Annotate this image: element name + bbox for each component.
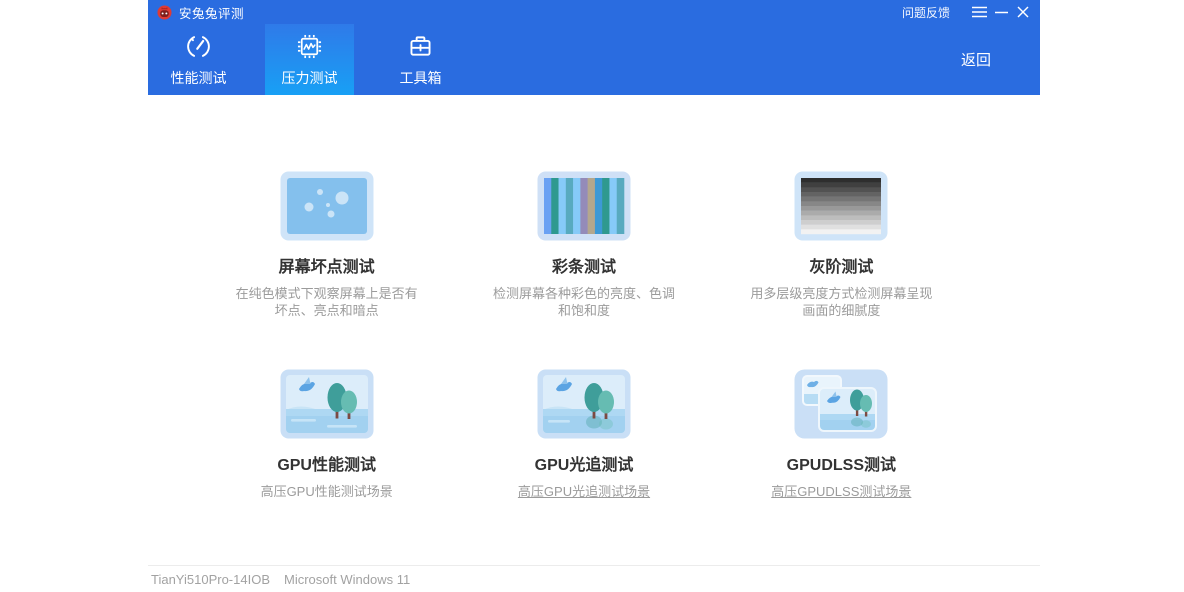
minimize-button[interactable]	[990, 2, 1012, 22]
card-title: 彩条测试	[455, 253, 712, 277]
card-description: 用多层级亮度方式检测屏幕呈现 画面的细腻度	[735, 285, 947, 319]
tab-label: 压力测试	[282, 68, 338, 88]
card-title: 灰阶测试	[713, 253, 970, 277]
color-bars-icon	[537, 171, 631, 241]
minimize-icon	[995, 6, 1008, 18]
card-description-link[interactable]: 高压GPUDLSS测试场景	[713, 483, 970, 500]
tab-toolbox[interactable]: 工具箱	[376, 24, 465, 95]
tab-label: 性能测试	[171, 68, 227, 88]
menu-button[interactable]	[968, 2, 990, 22]
test-card-grid: 屏幕坏点测试 在纯色模式下观察屏幕上是否有 坏点、亮点和暗点 彩条测试 检测屏幕…	[198, 171, 970, 500]
tab-performance-test[interactable]: 性能测试	[154, 24, 243, 95]
card-gpu-raytracing-test[interactable]: GPU光追测试 高压GPU光追测试场景	[455, 369, 712, 500]
card-gpu-performance-test[interactable]: GPU性能测试 高压GPU性能测试场景	[198, 369, 455, 500]
close-icon	[1017, 6, 1029, 18]
card-description: 检测屏幕各种彩色的亮度、色调 和饱和度	[478, 285, 690, 319]
chip-icon	[294, 31, 325, 62]
card-description-link[interactable]: 高压GPU光追测试场景	[455, 483, 712, 500]
card-title: GPU光追测试	[455, 451, 712, 475]
tab-label: 工具箱	[400, 68, 442, 88]
titlebar: 安兔兔评测 问题反馈	[148, 0, 1040, 24]
card-color-bars-test[interactable]: 彩条测试 检测屏幕各种彩色的亮度、色调 和饱和度	[455, 171, 712, 319]
status-bar: TianYi510Pro-14IOB Microsoft Windows 11	[148, 565, 1040, 592]
gpu-raytracing-icon	[537, 369, 631, 439]
back-button[interactable]: 返回	[961, 49, 991, 70]
gpu-scene-icon	[280, 369, 374, 439]
card-title: 屏幕坏点测试	[198, 253, 455, 277]
card-description: 高压GPU性能测试场景	[221, 483, 433, 500]
toolbox-icon	[405, 31, 436, 62]
screen-dead-pixel-icon	[280, 171, 374, 241]
tab-bar: 性能测试 压力测试 工具箱 返	[148, 24, 1040, 95]
antutu-window: 安兔兔评测 问题反馈	[148, 0, 1040, 592]
tab-stress-test[interactable]: 压力测试	[265, 24, 354, 95]
card-gpu-dlss-test[interactable]: GPUDLSS测试 高压GPUDLSS测试场景	[713, 369, 970, 500]
card-screen-dead-pixel-test[interactable]: 屏幕坏点测试 在纯色模式下观察屏幕上是否有 坏点、亮点和暗点	[198, 171, 455, 319]
close-button[interactable]	[1012, 2, 1034, 22]
color-bars-stripes	[544, 178, 624, 234]
card-grayscale-test[interactable]: 灰阶测试 用多层级亮度方式检测屏幕呈现 画面的细腻度	[713, 171, 970, 319]
card-title: GPU性能测试	[198, 451, 455, 475]
card-title: GPUDLSS测试	[713, 451, 970, 475]
card-description: 在纯色模式下观察屏幕上是否有 坏点、亮点和暗点	[221, 285, 433, 319]
hamburger-icon	[972, 6, 987, 18]
grayscale-icon	[794, 171, 888, 241]
app-title: 安兔兔评测	[179, 3, 244, 22]
grayscale-steps	[801, 178, 881, 234]
feedback-link[interactable]: 问题反馈	[902, 4, 950, 21]
gpu-dlss-icon	[794, 369, 888, 439]
os-name: Microsoft Windows 11	[284, 572, 410, 587]
gauge-icon	[183, 31, 214, 62]
antutu-logo-icon	[157, 5, 172, 20]
device-name: TianYi510Pro-14IOB	[151, 572, 270, 587]
